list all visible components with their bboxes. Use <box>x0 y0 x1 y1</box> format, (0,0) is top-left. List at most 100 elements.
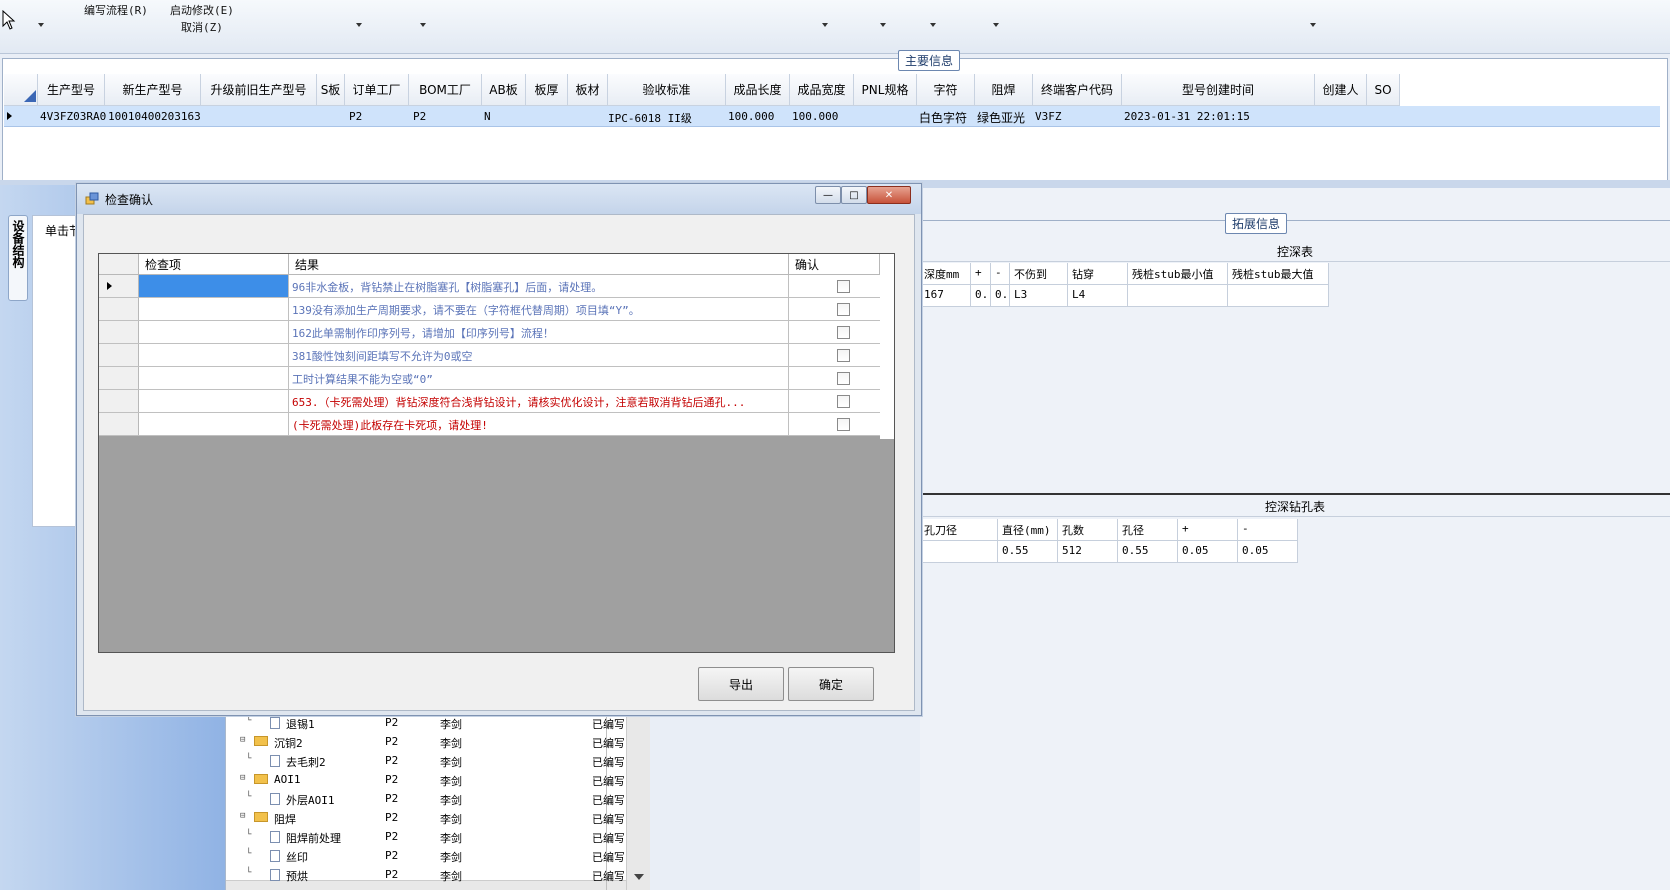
chevron-down-icon[interactable] <box>356 23 362 27</box>
cell-order-factory[interactable]: P2 <box>349 110 362 123</box>
check-result-cell[interactable]: (卡死需处理)此板存在卡死项，请处理! <box>289 413 789 435</box>
check-row[interactable]: 工时计算结果不能为空或“0” <box>99 367 880 390</box>
grid-corner[interactable] <box>99 254 139 275</box>
export-button[interactable]: 导出 <box>698 667 784 701</box>
check-item-cell[interactable] <box>139 275 289 297</box>
drill-col-header[interactable]: 孔刀径 <box>920 519 998 541</box>
row-header[interactable] <box>99 390 139 412</box>
chevron-down-icon[interactable] <box>38 23 44 27</box>
depth-col-header[interactable]: 残桩stub最大值 <box>1228 263 1329 285</box>
col-header-confirm[interactable]: 确认 <box>789 254 880 275</box>
ok-button[interactable]: 确定 <box>788 667 874 701</box>
confirm-checkbox[interactable] <box>837 372 850 385</box>
col-header[interactable]: 成品宽度 <box>790 74 854 106</box>
row-header[interactable] <box>99 275 139 297</box>
col-header[interactable]: 创建人 <box>1315 74 1367 106</box>
check-item-cell[interactable] <box>139 367 289 389</box>
cell-created-time[interactable]: 2023-01-31 22:01:15 <box>1124 110 1250 123</box>
drill-cell[interactable] <box>920 541 998 563</box>
check-row[interactable]: 381酸性蚀刻间距填写不允许为0或空 <box>99 344 880 367</box>
depth-col-header[interactable]: - <box>991 263 1010 285</box>
tree-node[interactable]: └ 外层AOI1 P2 李剑 已编写 <box>240 790 624 809</box>
check-result-cell[interactable]: 162此单需制作印序列号，请增加【印序列号】流程！ <box>289 321 789 343</box>
cell-acceptance[interactable]: IPC-6018 II级 <box>608 110 692 126</box>
minimize-button[interactable]: — <box>815 186 841 204</box>
confirm-checkbox[interactable] <box>837 280 850 293</box>
tree-node[interactable]: ⊟ 阻焊 P2 李剑 已编写 <box>240 809 624 828</box>
confirm-checkbox[interactable] <box>837 349 850 362</box>
row-header[interactable] <box>99 321 139 343</box>
col-header-item[interactable]: 检查项 <box>139 254 289 275</box>
check-item-cell[interactable] <box>139 344 289 366</box>
col-header[interactable]: 板厚 <box>526 74 568 106</box>
check-result-cell[interactable]: 工时计算结果不能为空或“0” <box>289 367 789 389</box>
drill-col-header[interactable]: + <box>1178 519 1238 541</box>
check-item-cell[interactable] <box>139 413 289 435</box>
confirm-checkbox[interactable] <box>837 395 850 408</box>
col-header[interactable]: 终端客户代码 <box>1033 74 1122 106</box>
row-header[interactable] <box>99 298 139 320</box>
cell-solder-mask[interactable]: 绿色亚光 <box>977 109 1025 126</box>
check-row[interactable]: 96非水金板，背钻禁止在树脂塞孔【树脂塞孔】后面，请处理。 <box>99 275 880 298</box>
menu-item-cancel[interactable]: 取消(Z) <box>181 19 223 35</box>
tree-node[interactable]: └ 丝印 P2 李剑 已编写 <box>240 847 624 866</box>
cell-customer-code[interactable]: V3FZ <box>1035 110 1062 123</box>
depth-cell[interactable] <box>1228 285 1329 307</box>
tree-node[interactable]: └ 预烘 P2 李剑 已编写 <box>240 866 624 885</box>
tree-node[interactable]: └ 阻焊前处理 P2 李剑 已编写 <box>240 828 624 847</box>
chevron-down-icon[interactable] <box>1310 23 1316 27</box>
row-header[interactable] <box>99 344 139 366</box>
depth-cell[interactable]: 0.. <box>971 285 991 307</box>
tree-node[interactable]: ⊟ 沉铜2 P2 李剑 已编写 <box>240 733 624 752</box>
check-result-cell[interactable]: 96非水金板，背钻禁止在树脂塞孔【树脂塞孔】后面，请处理。 <box>289 275 789 297</box>
confirm-checkbox[interactable] <box>837 303 850 316</box>
depth-cell[interactable]: L3 <box>1010 285 1068 307</box>
depth-cell[interactable] <box>1128 285 1228 307</box>
confirm-checkbox[interactable] <box>837 418 850 431</box>
col-header[interactable]: 型号创建时间 <box>1122 74 1315 106</box>
check-row[interactable]: 139没有添加生产周期要求，请不要在（字符框代替周期）项目填“Y”。 <box>99 298 880 321</box>
col-header[interactable]: S板 <box>317 74 345 106</box>
tree-scrollbar[interactable] <box>626 712 650 890</box>
cell-width[interactable]: 100.000 <box>792 110 838 123</box>
depth-col-header[interactable]: 不伤到 <box>1010 263 1068 285</box>
menu-item-start-modify[interactable]: 启动修改(E) <box>170 2 234 18</box>
col-header[interactable]: 生产型号 <box>38 74 105 106</box>
cell-ab-board[interactable]: N <box>484 110 491 123</box>
depth-cell[interactable]: 167 <box>920 285 971 307</box>
check-item-cell[interactable] <box>139 321 289 343</box>
depth-cell[interactable]: L4 <box>1068 285 1128 307</box>
check-result-cell[interactable]: 653.（卡死需处理）背钻深度符合浅背钻设计，请核实优化设计，注意若取消背钻后通… <box>289 390 789 412</box>
tree-node[interactable]: └ 退锡1 P2 李剑 已编写 <box>240 714 624 733</box>
drill-cell[interactable]: 0.05 <box>1178 541 1238 563</box>
cell-model[interactable]: 4V3FZ03RA0 <box>40 110 106 123</box>
drill-cell[interactable]: 0.55 <box>1118 541 1178 563</box>
col-header[interactable]: 板材 <box>568 74 608 106</box>
scroll-down-icon[interactable] <box>633 872 645 882</box>
grid-corner[interactable] <box>4 74 38 106</box>
drill-col-header[interactable]: 孔数 <box>1058 519 1118 541</box>
maximize-button[interactable]: □ <box>841 186 867 204</box>
col-header[interactable]: 字符 <box>917 74 975 106</box>
collapse-icon[interactable]: ⊟ <box>240 811 245 821</box>
col-header[interactable]: AB板 <box>482 74 526 106</box>
col-header[interactable]: 升级前旧生产型号 <box>201 74 317 106</box>
drill-col-header[interactable]: 直径(mm) <box>998 519 1058 541</box>
drill-cell[interactable]: 0.05 <box>1238 541 1298 563</box>
col-header[interactable]: 成品长度 <box>726 74 790 106</box>
tab-device-structure[interactable]: 设备结构 <box>8 215 28 301</box>
cell-length[interactable]: 100.000 <box>728 110 774 123</box>
col-header[interactable]: 订单工厂 <box>345 74 409 106</box>
chevron-down-icon[interactable] <box>930 23 936 27</box>
depth-col-header[interactable]: 深度mm <box>920 263 971 285</box>
cell-bom-factory[interactable]: P2 <box>413 110 426 123</box>
check-result-cell[interactable]: 139没有添加生产周期要求，请不要在（字符框代替周期）项目填“Y”。 <box>289 298 789 320</box>
drill-col-header[interactable]: 孔径 <box>1118 519 1178 541</box>
col-header[interactable]: 验收标准 <box>608 74 726 106</box>
depth-col-header[interactable]: 残桩stub最小值 <box>1128 263 1228 285</box>
check-row[interactable]: 162此单需制作印序列号，请增加【印序列号】流程！ <box>99 321 880 344</box>
dialog-titlebar[interactable]: 检查确认 — □ ✕ <box>77 184 921 214</box>
depth-col-header[interactable]: + <box>971 263 991 285</box>
check-row[interactable]: (卡死需处理)此板存在卡死项，请处理! <box>99 413 880 436</box>
check-item-cell[interactable] <box>139 298 289 320</box>
